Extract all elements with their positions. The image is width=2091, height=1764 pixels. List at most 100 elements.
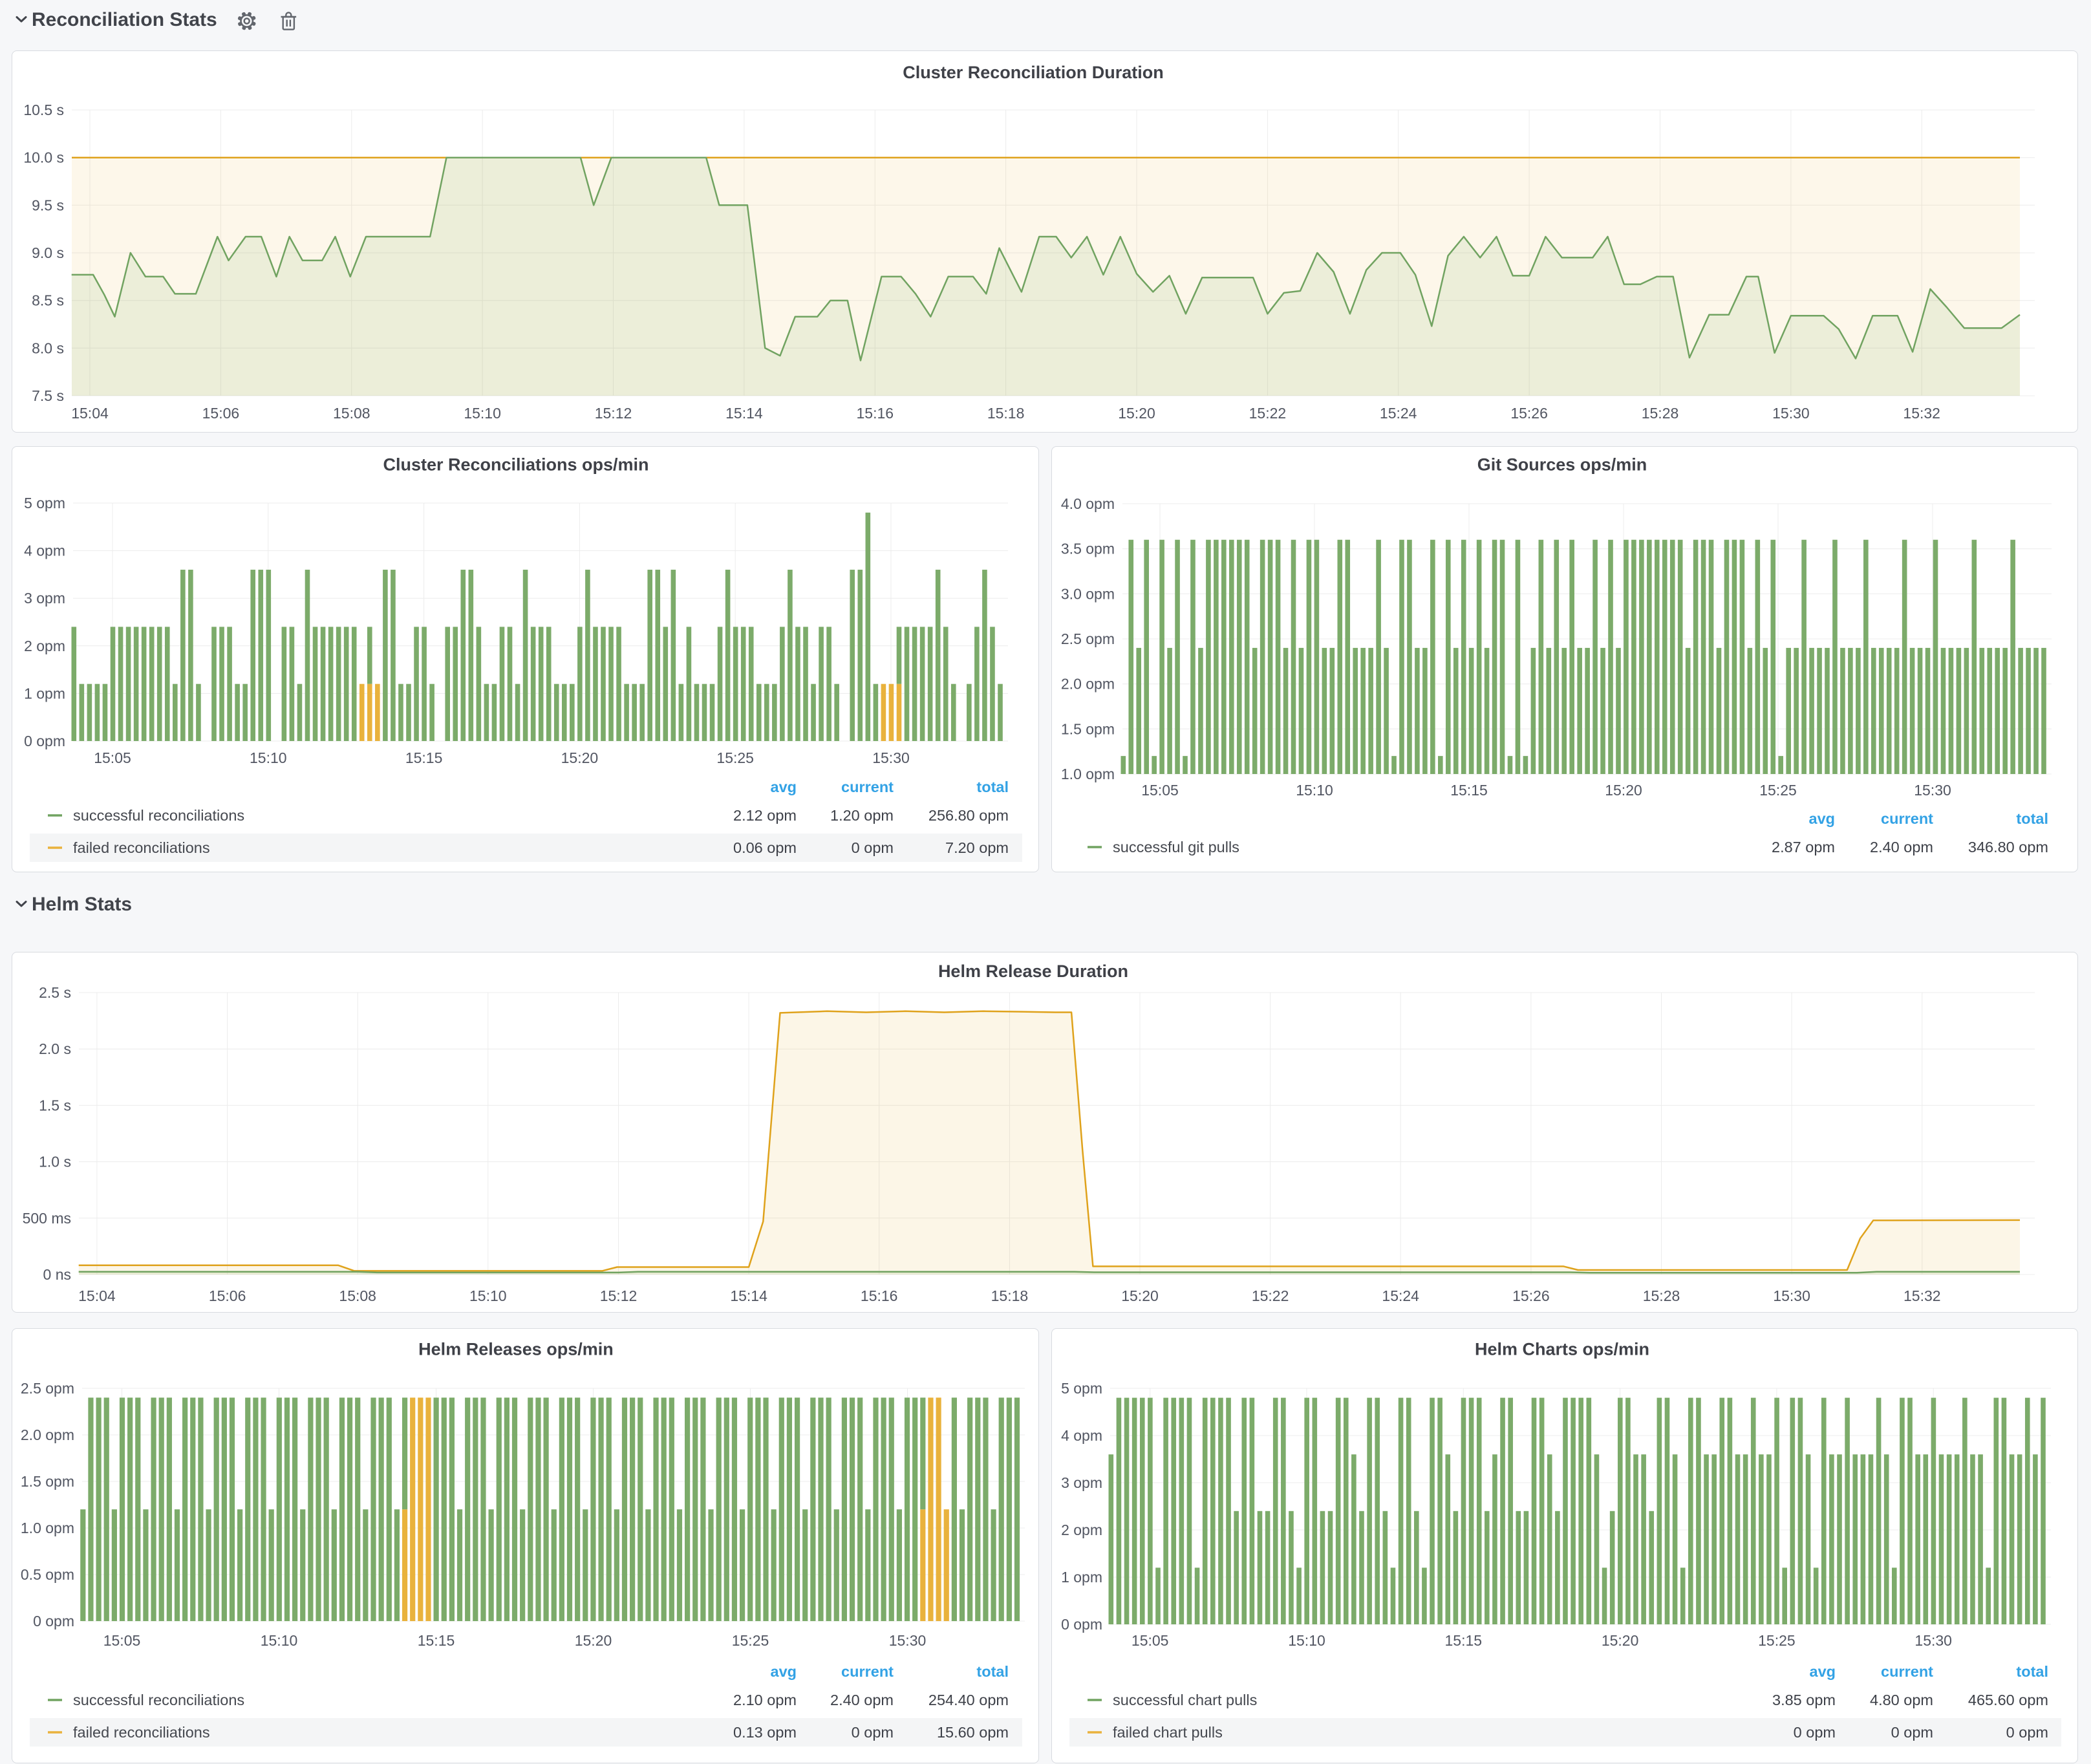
svg-text:15:25: 15:25 xyxy=(716,749,754,766)
svg-text:2.12 opm: 2.12 opm xyxy=(733,807,797,824)
svg-text:15:10: 15:10 xyxy=(1288,1632,1325,1649)
svg-text:2.87 opm: 2.87 opm xyxy=(1772,839,1835,855)
svg-text:avg: avg xyxy=(771,1663,797,1680)
svg-text:3.0 opm: 3.0 opm xyxy=(1061,585,1115,602)
svg-text:254.40 opm: 254.40 opm xyxy=(928,1692,1009,1708)
svg-text:15:20: 15:20 xyxy=(561,749,599,766)
svg-text:15:22: 15:22 xyxy=(1249,405,1287,422)
svg-text:15:10: 15:10 xyxy=(261,1632,298,1649)
svg-text:2 opm: 2 opm xyxy=(24,638,65,654)
svg-text:Cluster Reconciliation Duratio: Cluster Reconciliation Duration xyxy=(903,63,1164,82)
svg-text:9.0 s: 9.0 s xyxy=(32,244,64,261)
svg-text:256.80 opm: 256.80 opm xyxy=(928,807,1009,824)
svg-text:15:30: 15:30 xyxy=(1772,405,1810,422)
svg-text:avg: avg xyxy=(1810,1663,1836,1680)
svg-text:15:16: 15:16 xyxy=(857,405,894,422)
svg-text:current: current xyxy=(1881,810,1933,827)
svg-text:15:05: 15:05 xyxy=(94,749,131,766)
svg-text:15:32: 15:32 xyxy=(1903,405,1940,422)
svg-text:10.5 s: 10.5 s xyxy=(23,102,64,118)
svg-text:15:28: 15:28 xyxy=(1642,405,1679,422)
svg-text:15:10: 15:10 xyxy=(469,1287,507,1304)
svg-text:1 opm: 1 opm xyxy=(1061,1569,1102,1586)
svg-text:1.5 opm: 1.5 opm xyxy=(1061,720,1115,737)
svg-text:15:25: 15:25 xyxy=(1759,782,1797,799)
svg-text:15:14: 15:14 xyxy=(725,405,763,422)
svg-text:avg: avg xyxy=(771,779,797,795)
svg-text:1.0 opm: 1.0 opm xyxy=(21,1520,74,1536)
svg-text:0.5 opm: 0.5 opm xyxy=(21,1566,74,1583)
svg-text:2.10 opm: 2.10 opm xyxy=(733,1692,797,1708)
svg-text:1.0 opm: 1.0 opm xyxy=(1061,766,1115,782)
svg-text:15:30: 15:30 xyxy=(889,1632,927,1649)
svg-text:9.5 s: 9.5 s xyxy=(32,197,64,213)
svg-text:1.5 opm: 1.5 opm xyxy=(21,1473,74,1490)
svg-text:15:12: 15:12 xyxy=(600,1287,638,1304)
svg-text:15:05: 15:05 xyxy=(103,1632,141,1649)
svg-text:3 opm: 3 opm xyxy=(24,590,65,607)
svg-text:15:20: 15:20 xyxy=(1605,782,1642,799)
svg-text:0 opm: 0 opm xyxy=(2006,1724,2048,1741)
svg-text:5 opm: 5 opm xyxy=(1061,1380,1102,1397)
svg-text:Helm Releases ops/min: Helm Releases ops/min xyxy=(418,1340,614,1359)
svg-text:15:20: 15:20 xyxy=(1121,1287,1159,1304)
svg-text:15:06: 15:06 xyxy=(202,405,240,422)
svg-text:8.5 s: 8.5 s xyxy=(32,292,64,309)
svg-text:Cluster Reconciliations ops/mi: Cluster Reconciliations ops/min xyxy=(383,455,649,475)
svg-text:15:15: 15:15 xyxy=(1450,782,1488,799)
svg-text:8.0 s: 8.0 s xyxy=(32,339,64,356)
svg-text:total: total xyxy=(976,1663,1009,1680)
svg-text:2.40 opm: 2.40 opm xyxy=(1870,839,1933,855)
svg-text:1.20 opm: 1.20 opm xyxy=(830,807,894,824)
svg-text:500 ms: 500 ms xyxy=(23,1210,71,1227)
svg-text:2.0 opm: 2.0 opm xyxy=(21,1426,74,1443)
svg-text:15:30: 15:30 xyxy=(1914,1632,1952,1649)
svg-text:15:08: 15:08 xyxy=(339,1287,376,1304)
svg-text:15:05: 15:05 xyxy=(1141,782,1179,799)
svg-text:15:05: 15:05 xyxy=(1131,1632,1169,1649)
svg-text:7.20 opm: 7.20 opm xyxy=(945,839,1009,856)
svg-text:Helm Stats: Helm Stats xyxy=(32,894,132,915)
svg-text:15:08: 15:08 xyxy=(333,405,370,422)
svg-text:15:28: 15:28 xyxy=(1643,1287,1680,1304)
svg-text:15:24: 15:24 xyxy=(1382,1287,1419,1304)
svg-text:failed reconciliations: failed reconciliations xyxy=(73,839,210,856)
svg-text:15:25: 15:25 xyxy=(732,1632,769,1649)
svg-text:15:15: 15:15 xyxy=(418,1632,455,1649)
svg-text:346.80 opm: 346.80 opm xyxy=(1968,839,2048,855)
svg-text:465.60 opm: 465.60 opm xyxy=(1968,1692,2048,1708)
svg-text:total: total xyxy=(2016,810,2048,827)
svg-text:current: current xyxy=(1881,1663,1933,1680)
svg-text:15:12: 15:12 xyxy=(595,405,632,422)
svg-text:15:18: 15:18 xyxy=(987,405,1025,422)
svg-text:3.85 opm: 3.85 opm xyxy=(1772,1692,1836,1708)
svg-text:0 opm: 0 opm xyxy=(852,1724,894,1741)
svg-text:15:04: 15:04 xyxy=(71,405,109,422)
svg-text:Git Sources ops/min: Git Sources ops/min xyxy=(1477,455,1647,475)
svg-text:3.5 opm: 3.5 opm xyxy=(1061,541,1115,557)
svg-text:4 opm: 4 opm xyxy=(1061,1427,1102,1444)
svg-text:2.0 s: 2.0 s xyxy=(39,1040,71,1057)
svg-text:15:10: 15:10 xyxy=(250,749,287,766)
svg-text:0.06 opm: 0.06 opm xyxy=(733,839,797,856)
svg-text:15:15: 15:15 xyxy=(1445,1632,1483,1649)
svg-text:successful reconciliations: successful reconciliations xyxy=(73,1692,244,1708)
svg-text:15:22: 15:22 xyxy=(1252,1287,1289,1304)
svg-text:15:30: 15:30 xyxy=(1914,782,1951,799)
svg-text:15:18: 15:18 xyxy=(991,1287,1029,1304)
svg-text:15:10: 15:10 xyxy=(464,405,501,422)
svg-text:successful reconciliations: successful reconciliations xyxy=(73,807,244,824)
svg-text:4.80 opm: 4.80 opm xyxy=(1870,1692,1933,1708)
svg-text:total: total xyxy=(976,779,1009,795)
svg-text:2.0 opm: 2.0 opm xyxy=(1061,676,1115,693)
svg-text:15.60 opm: 15.60 opm xyxy=(937,1724,1009,1741)
svg-text:15:30: 15:30 xyxy=(1773,1287,1810,1304)
svg-text:15:30: 15:30 xyxy=(872,749,910,766)
svg-text:0 opm: 0 opm xyxy=(1891,1724,1933,1741)
svg-text:5 opm: 5 opm xyxy=(24,495,65,511)
svg-text:0 opm: 0 opm xyxy=(852,839,894,856)
svg-text:15:20: 15:20 xyxy=(575,1632,612,1649)
svg-text:4.0 opm: 4.0 opm xyxy=(1061,495,1115,512)
svg-text:15:14: 15:14 xyxy=(730,1287,767,1304)
svg-text:15:26: 15:26 xyxy=(1510,405,1548,422)
